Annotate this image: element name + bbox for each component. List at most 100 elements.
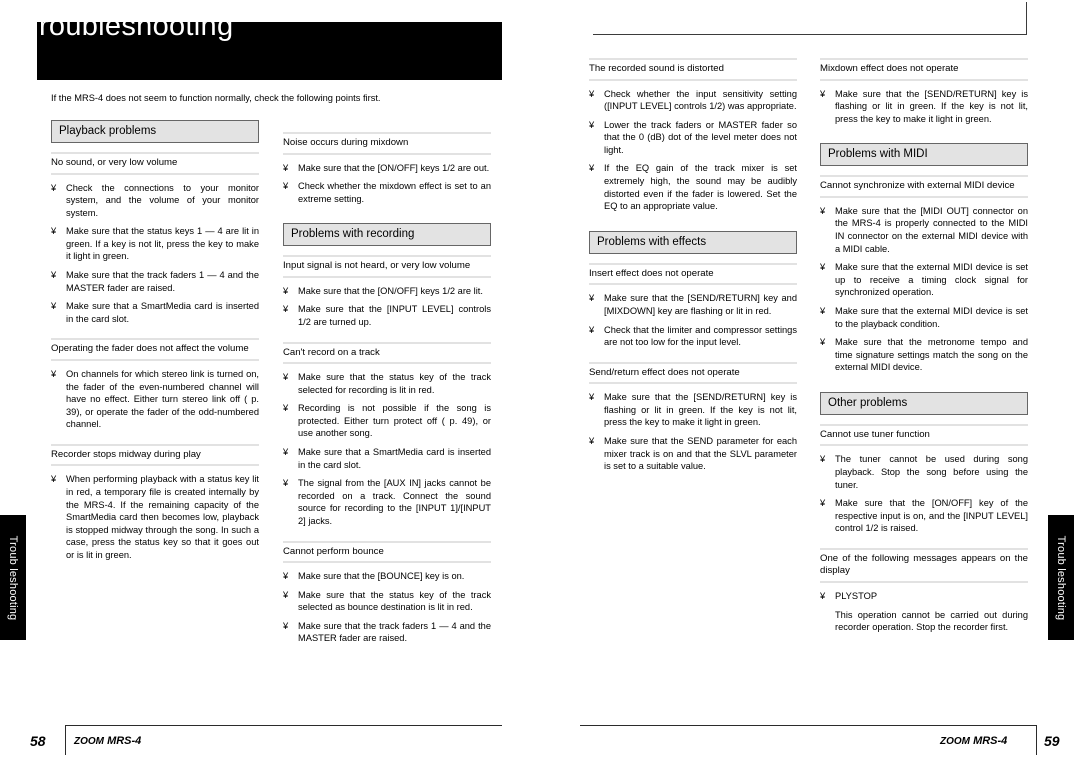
bullet-item: ¥ The signal from the [AUX IN] jacks cann… [283, 477, 491, 527]
subsection-heading: Recorder stops midway during play [51, 443, 259, 467]
bullet-mark-icon: ¥ [820, 590, 826, 601]
group-container: Noise occurs during mixdown ¥ Make sure th… [283, 132, 491, 205]
bullet-mark-icon: ¥ [283, 304, 289, 315]
bullet-mark-icon: ¥ [820, 88, 826, 99]
bullet-item: ¥ Make sure that the [INPUT LEVEL] contro… [283, 303, 491, 328]
bullet-item: ¥ Make sure that a SmartMedia card is ins… [283, 446, 491, 471]
bullet-mark-icon: ¥ [51, 301, 57, 312]
column-1: Playback problems No sound, or very low … [51, 120, 259, 568]
column-4: Mixdown effect does not operate ¥ Make sur… [820, 58, 1028, 640]
bullet-mark-icon: ¥ [820, 305, 826, 316]
bullet-mark-icon: ¥ [589, 119, 595, 130]
bullet-mark-icon: ¥ [820, 337, 826, 348]
group-container: Cannot synchronize with external MIDI de… [820, 175, 1028, 374]
bullet-mark-icon: ¥ [283, 162, 289, 173]
footer-brand-right: ZOOM MRS-4 [940, 735, 1007, 747]
bullet-mark-icon: ¥ [283, 181, 289, 192]
bullet-mark-icon: ¥ [51, 182, 57, 193]
group-container: Insert effect does not operate ¥ Make sure… [589, 262, 797, 473]
bullet-mark-icon: ¥ [283, 403, 289, 414]
subsection-heading: No sound, or very low volume [51, 152, 259, 175]
bullet-item: ¥ Make sure that the track faders 1 — 4 a… [283, 620, 491, 645]
bullet-text: Make sure that the external MIDI device … [835, 262, 1028, 298]
dotted-rule-top [820, 58, 1028, 60]
bullet-mark-icon: ¥ [51, 368, 57, 379]
section-heading-effects: Problems with effects [589, 230, 797, 254]
bullet-item: ¥ Check that the limiter and compressor s… [589, 324, 797, 349]
subsection-heading: Cannot perform bounce [283, 540, 491, 564]
side-tab-label: Troub leshooting [1055, 535, 1067, 620]
subsection-title: One of the following messages appears on… [820, 552, 1028, 577]
brand-model-label: MRS-4 [107, 735, 142, 747]
subsection-title: Cannot perform bounce [283, 545, 384, 557]
dotted-rule-bottom [820, 78, 1028, 81]
subsection-title: Recorder stops midway during play [51, 448, 201, 460]
footer-separator-left [65, 725, 66, 755]
subsection-title: Input signal is not heard, or very low v… [283, 260, 471, 272]
bullet-mark-icon: ¥ [51, 226, 57, 237]
bullet-text: Make sure that the status keys 1 — 4 are… [66, 226, 259, 262]
page-number-right: 59 [1044, 733, 1060, 749]
section-heading-other: Other problems [820, 391, 1028, 415]
bullet-text: Check whether the input sensitivity sett… [604, 88, 797, 112]
dotted-rule-bottom [820, 444, 1028, 447]
bullet-text: Make sure that the external MIDI device … [835, 305, 1028, 329]
section-heading-playback: Playback problems [51, 120, 259, 143]
bullet-text: Make sure that the [SEND/RETURN] key is … [835, 88, 1028, 124]
bullet-text: Make sure that the [INPUT LEVEL] control… [298, 304, 491, 327]
dotted-rule-bottom [51, 172, 259, 175]
dotted-rule-bottom [589, 382, 797, 385]
intro-paragraph: If the MRS-4 does not seem to function n… [51, 93, 381, 103]
footer-rule-left [65, 725, 502, 726]
dotted-rule-top [589, 262, 797, 265]
bullet-text: Make sure that the [MIDI OUT] connector … [835, 205, 1028, 254]
subsection-heading: The recorded sound is distorted [589, 58, 797, 81]
column-2: Noise occurs during mixdown ¥ Make sure th… [283, 132, 491, 651]
subsection-title: The recorded sound is distorted [589, 63, 724, 74]
bullet-mark-icon: ¥ [283, 285, 289, 296]
bullet-mark-icon: ¥ [589, 436, 595, 446]
bullet-item: ¥ Make sure that the metronome tempo and … [820, 336, 1028, 374]
bullet-text: Lower the track faders or MASTER fader s… [604, 119, 797, 155]
dotted-rule-top [820, 175, 1028, 178]
bullet-mark-icon: ¥ [820, 498, 826, 509]
bullet-text: Make sure that the status key of the tra… [298, 589, 491, 613]
footer-rule-right [580, 725, 1036, 726]
bullet-item: ¥ The tuner cannot be used during song pl… [820, 453, 1028, 491]
bullet-item: ¥ If the EQ gain of the track mixer is se… [589, 162, 797, 212]
dotted-rule-top [820, 423, 1028, 426]
bullet-text: Make sure that a SmartMedia card is inse… [298, 447, 491, 470]
bullet-item: ¥ Make sure that the SEND parameter for e… [589, 435, 797, 473]
subsection-title: Noise occurs during mixdown [283, 137, 409, 148]
bullet-text: When performing playback with a status k… [66, 474, 259, 560]
subsection-title: Cannot use tuner function [820, 428, 930, 440]
dotted-rule-top [589, 361, 797, 364]
dotted-rule-bottom [589, 283, 797, 286]
bullet-subparagraph: This operation cannot be carried out dur… [835, 609, 1028, 633]
side-tab-label: Troub leshooting [7, 535, 19, 620]
bullet-text: Make sure that the status key of the tra… [298, 372, 491, 395]
brand-zoom-label: ZOOM [74, 736, 104, 747]
bullet-mark-icon: ¥ [589, 392, 595, 403]
bullet-mark-icon: ¥ [820, 205, 826, 216]
group-container: Input signal is not heard, or very low v… [283, 255, 491, 645]
bullet-item: ¥ Make sure that the [SEND/RETURN] key an… [589, 292, 797, 317]
column-3: The recorded sound is distorted ¥ Check wh… [589, 58, 797, 479]
header-rule-corner [1026, 2, 1027, 35]
bullet-text: Recording is not possible if the song is… [298, 403, 491, 439]
page-number-left: 58 [30, 733, 46, 749]
bullet-mark-icon: ¥ [820, 262, 826, 273]
bullet-item: ¥ On channels for which stereo link is tu… [51, 368, 259, 431]
bullet-item: ¥ Make sure that the status key of the tr… [283, 589, 491, 614]
bullet-mark-icon: ¥ [283, 478, 289, 489]
bullet-text: Check the connections to your monitor sy… [66, 182, 259, 218]
bullet-item: ¥ Make sure that the status key of the tr… [283, 371, 491, 396]
bullet-text: Check that the limiter and compressor se… [604, 324, 797, 348]
bullet-text: If the EQ gain of the track mixer is set… [604, 163, 797, 212]
subsection-heading: Mixdown effect does not operate [820, 58, 1028, 81]
subsection-title: Send/return effect does not operate [589, 366, 740, 378]
bullet-item: ¥ Check whether the mixdown effect is set… [283, 180, 491, 205]
bullet-mark-icon: ¥ [283, 447, 289, 458]
bullet-mark-icon: ¥ [51, 270, 57, 281]
bullet-mark-icon: ¥ [589, 293, 595, 304]
